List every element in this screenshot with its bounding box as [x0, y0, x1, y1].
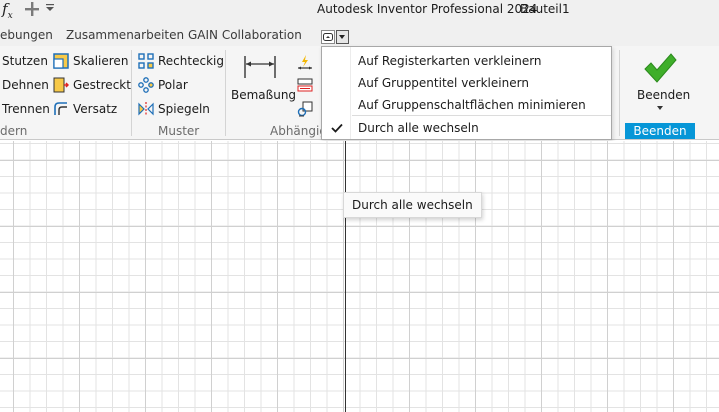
dimension-icon[interactable] [243, 54, 277, 80]
menu-item-minimize-to-panel-buttons[interactable]: Auf Gruppenschaltflächen minimieren [322, 94, 611, 116]
modify-group-label: dern [0, 124, 28, 138]
trim-button[interactable]: Stutzen [2, 51, 48, 71]
exit-button[interactable]: Beenden [637, 88, 690, 102]
auto-dimension-icon[interactable] [297, 54, 313, 70]
tab-uebungen[interactable]: ebungen [0, 28, 53, 42]
split-button[interactable]: Trennen [2, 99, 50, 119]
title-bar: fx Autodesk Inventor Professional 2024 B… [0, 0, 719, 21]
trim-label: Stutzen [2, 54, 48, 68]
group-divider [131, 50, 132, 136]
rectangular-pattern-icon [138, 53, 154, 69]
scale-button[interactable]: Skalieren [53, 51, 128, 71]
constrain-group-label: Abhängig [270, 124, 327, 138]
sketch-canvas[interactable] [0, 141, 719, 412]
polar-pattern-label: Polar [158, 78, 188, 92]
document-title: Bauteil1 [520, 2, 570, 16]
rectangular-pattern-button[interactable]: Rechteckig [138, 51, 224, 71]
group-divider [225, 50, 226, 136]
ribbon-minimize-icon [322, 33, 333, 41]
function-icon[interactable]: fx [2, 0, 13, 21]
customize-dropdown-icon[interactable] [44, 1, 56, 15]
menu-item-label: Auf Registerkarten verkleinern [358, 54, 542, 68]
extend-label: Dehnen [2, 78, 49, 92]
constraint-settings-icon[interactable] [297, 101, 313, 117]
scale-icon [53, 53, 69, 69]
tab-gain-collaboration[interactable]: GAIN Collaboration [188, 28, 302, 42]
ribbon-tab-bar: ebungen Zusammenarbeiten GAIN Collaborat… [0, 20, 719, 46]
exit-group-label: Beenden [625, 123, 695, 139]
menu-item-label: Auf Gruppenschaltflächen minimieren [358, 98, 586, 112]
ribbon-options-menu: Auf Registerkarten verkleinern Auf Grupp… [321, 46, 612, 140]
mirror-label: Spiegeln [158, 102, 210, 116]
menu-item-label: Auf Gruppentitel verkleinern [358, 76, 529, 90]
show-constraints-icon[interactable] [297, 77, 313, 93]
chevron-down-icon [339, 35, 346, 39]
scale-label: Skalieren [73, 54, 129, 68]
mirror-button[interactable]: Spiegeln [138, 99, 210, 119]
checkmark-icon[interactable] [643, 52, 677, 84]
stretch-button[interactable]: Gestreckt [53, 75, 131, 95]
tooltip: Durch alle wechseln [343, 192, 482, 218]
offset-label: Versatz [73, 102, 118, 116]
tab-zusammenarbeiten[interactable]: Zusammenarbeiten [66, 28, 184, 42]
pattern-group-label: Muster [158, 124, 200, 138]
sketch-grid [0, 141, 719, 412]
ribbon-display-toggle[interactable] [321, 30, 349, 44]
mirror-icon [138, 102, 154, 116]
menu-item-label: Durch alle wechseln [358, 121, 479, 135]
chevron-down-icon[interactable] [656, 105, 664, 111]
menu-separator [352, 115, 611, 116]
rectangular-pattern-label: Rechteckig [158, 54, 224, 68]
group-divider [619, 50, 620, 136]
app-title: Autodesk Inventor Professional 2024 [317, 2, 538, 16]
menu-item-cycle-through-all[interactable]: Durch alle wechseln [322, 117, 611, 139]
menu-item-minimize-to-panel-titles[interactable]: Auf Gruppentitel verkleinern [322, 72, 611, 94]
minimize-ribbon-button[interactable] [321, 30, 335, 44]
ribbon-options-dropdown[interactable] [335, 30, 349, 44]
extend-button[interactable]: Dehnen [2, 75, 49, 95]
stretch-label: Gestreckt [73, 78, 131, 92]
polar-pattern-button[interactable]: Polar [138, 75, 188, 95]
split-label: Trennen [2, 102, 50, 116]
polar-pattern-icon [138, 77, 154, 93]
checkmark-icon [331, 123, 343, 133]
sketch-y-axis [345, 141, 346, 412]
plus-icon[interactable] [24, 1, 40, 17]
offset-button[interactable]: Versatz [53, 99, 117, 119]
dimension-button[interactable]: Bemaßung [231, 88, 296, 102]
menu-item-minimize-to-tabs[interactable]: Auf Registerkarten verkleinern [322, 50, 611, 72]
offset-icon [54, 102, 67, 115]
stretch-icon [53, 77, 69, 93]
